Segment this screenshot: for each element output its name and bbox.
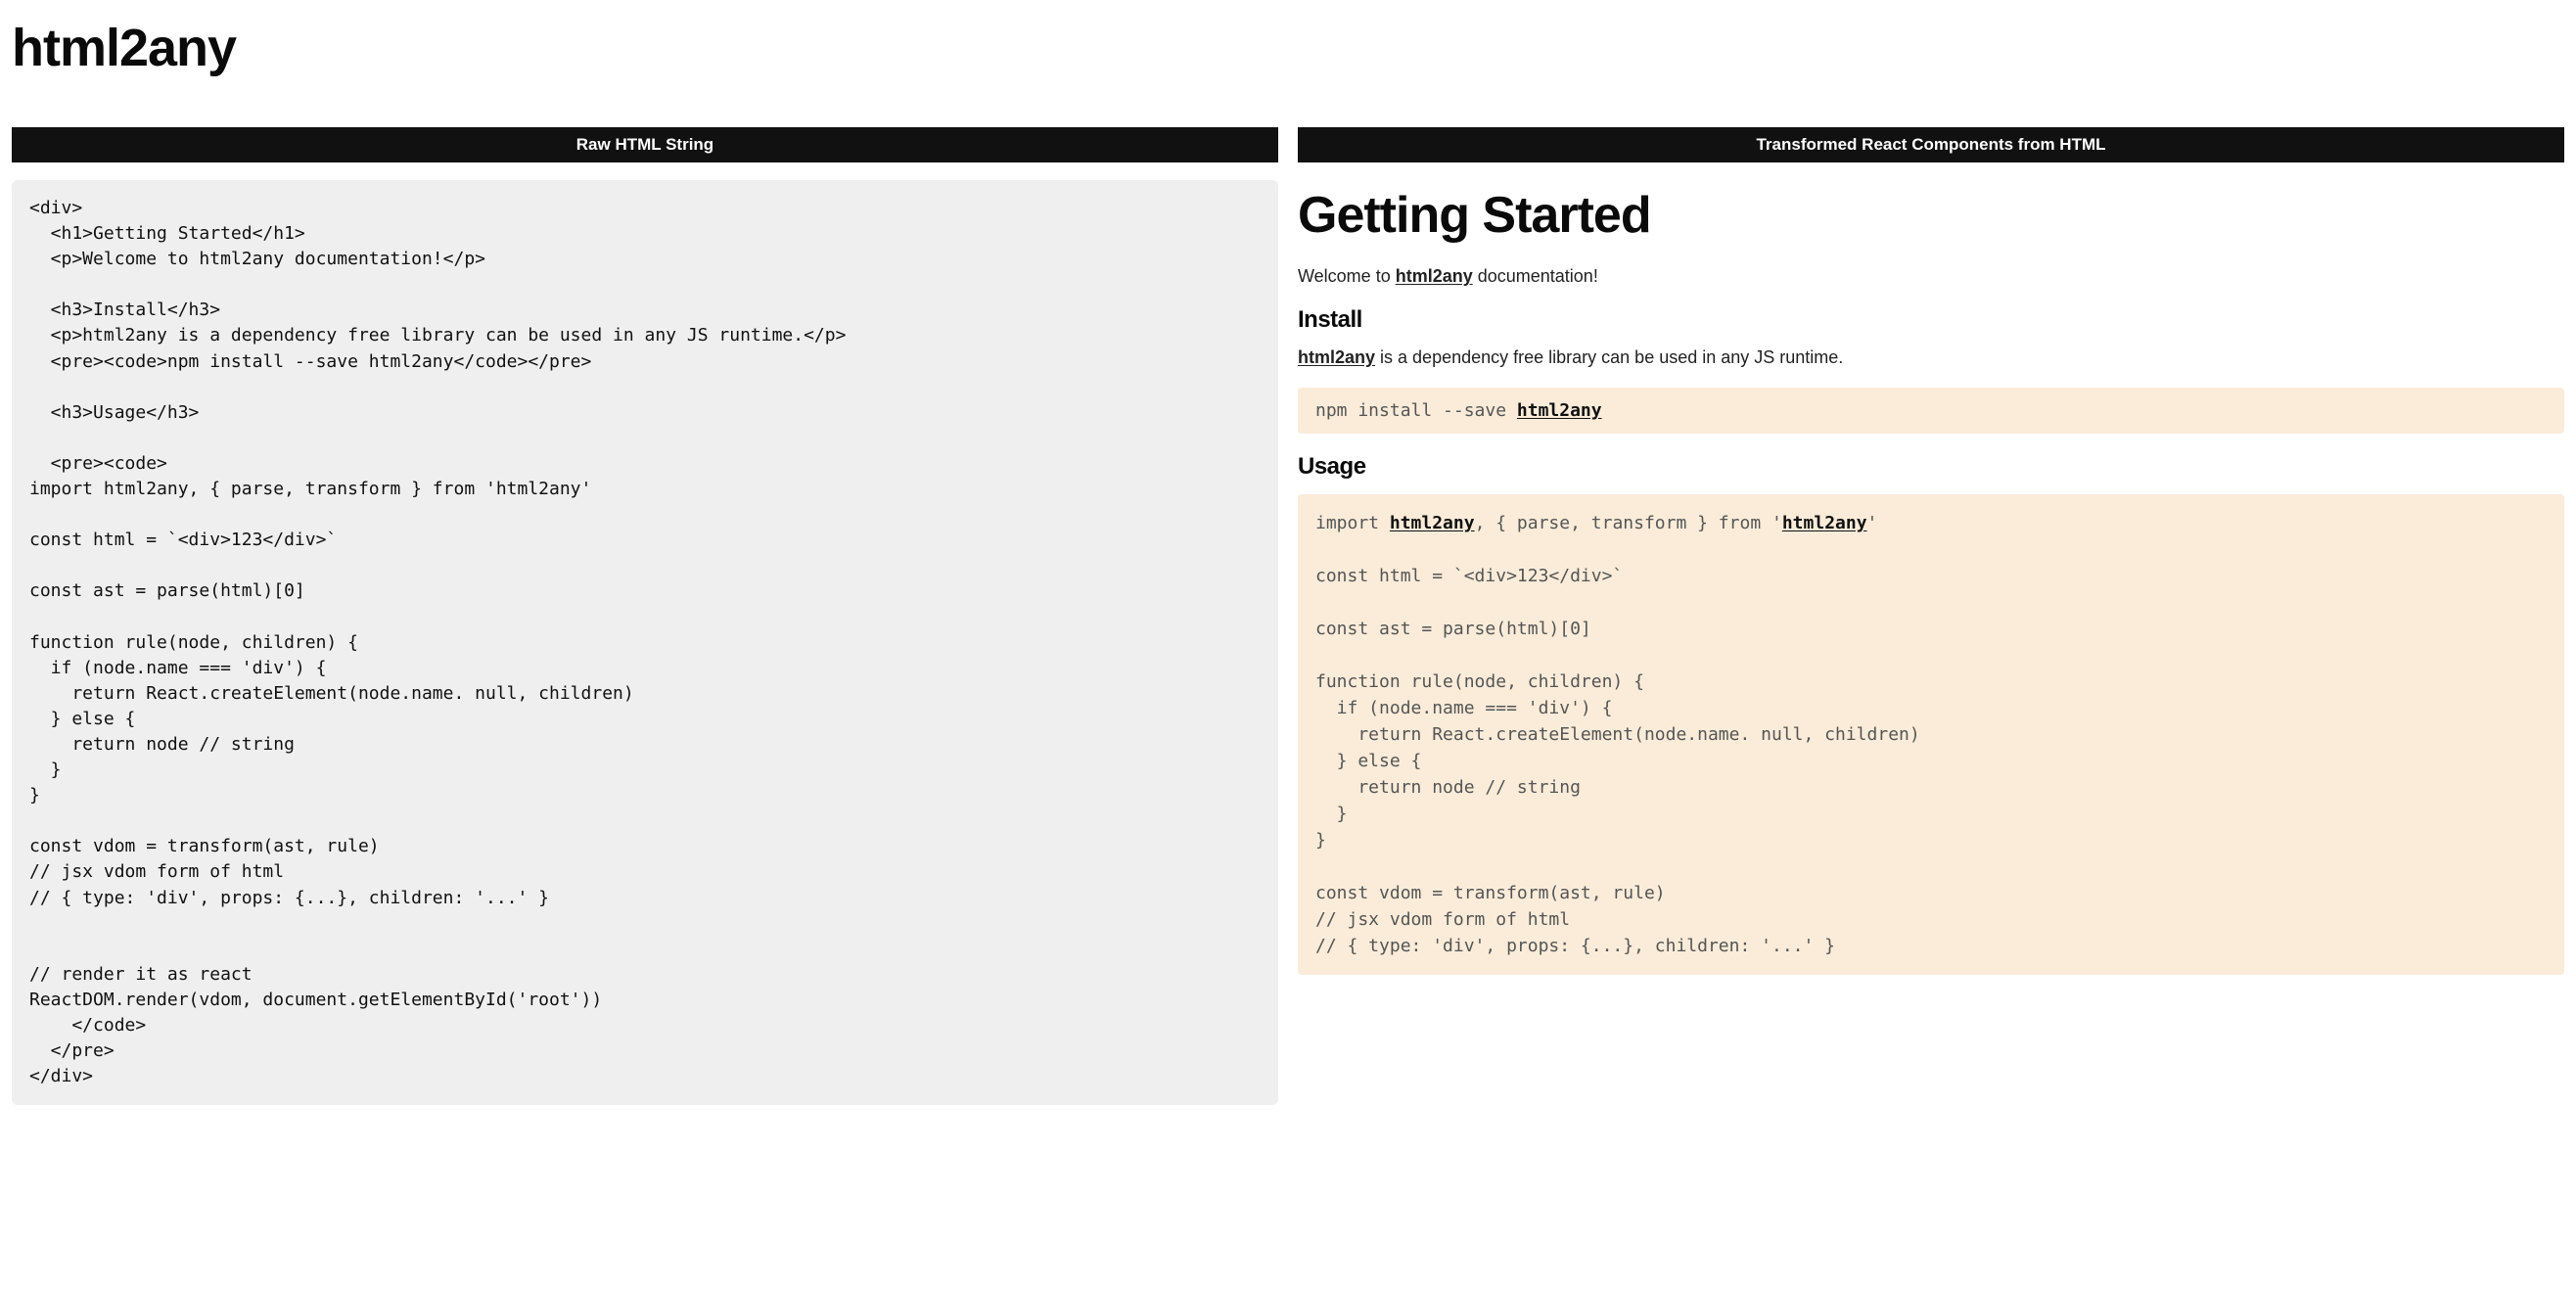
page-title: html2any: [0, 0, 2576, 88]
raw-html-code-block: <div> <h1>Getting Started</h1> <p>Welcom…: [12, 180, 1278, 1105]
left-column-header: Raw HTML String: [12, 127, 1278, 162]
welcome-keyword: html2any: [1396, 266, 1473, 286]
preview-pane: Getting Started Welcome to html2any docu…: [1298, 162, 2564, 975]
right-column: Transformed React Components from HTML G…: [1298, 127, 2564, 1105]
columns-container: Raw HTML String <div> <h1>Getting Starte…: [0, 88, 2576, 1105]
right-column-header: Transformed React Components from HTML: [1298, 127, 2564, 162]
usage-line1-kw2: html2any: [1782, 513, 1867, 533]
usage-line1-pre: import: [1315, 513, 1390, 533]
left-column: Raw HTML String <div> <h1>Getting Starte…: [12, 127, 1278, 1105]
install-text: is a dependency free library can be used…: [1375, 347, 1843, 367]
usage-code-rest: const html = `<div>123</div>` const ast …: [1315, 566, 1920, 956]
install-code-keyword: html2any: [1517, 400, 1602, 421]
welcome-pre: Welcome to: [1298, 266, 1396, 286]
preview-heading: Getting Started: [1298, 186, 2564, 245]
install-description: html2any is a dependency free library ca…: [1298, 347, 2564, 368]
usage-code-block: import html2any, { parse, transform } fr…: [1298, 494, 2564, 975]
usage-line1-post: ': [1867, 513, 1878, 533]
welcome-post: documentation!: [1473, 266, 1598, 286]
usage-line1-mid: , { parse, transform } from ': [1475, 513, 1782, 533]
preview-welcome-text: Welcome to html2any documentation!: [1298, 266, 2564, 287]
usage-heading: Usage: [1298, 453, 2564, 481]
install-keyword: html2any: [1298, 347, 1375, 367]
install-heading: Install: [1298, 306, 2564, 334]
install-code-pre: npm install --save: [1315, 400, 1517, 421]
install-code-block: npm install --save html2any: [1298, 388, 2564, 434]
usage-line1-kw1: html2any: [1390, 513, 1475, 533]
